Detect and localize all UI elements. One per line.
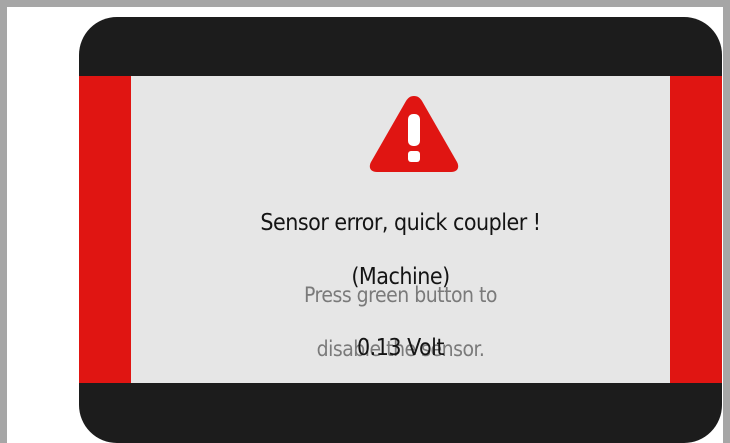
warning-triangle-icon (369, 96, 459, 172)
right-alert-bar (670, 76, 722, 383)
error-instruction: Press green button to disable the sensor… (131, 255, 670, 390)
error-title-line1: Sensor error, quick coupler ! (260, 210, 541, 236)
error-dialog: Sensor error, quick coupler ! (Machine) … (131, 76, 670, 383)
device-screen: Sensor error, quick coupler ! (Machine) … (79, 17, 722, 443)
error-instruction-line1: Press green button to (304, 283, 497, 307)
left-alert-bar (79, 76, 131, 383)
sensor-voltage: 0.13 Volt (356, 335, 445, 361)
